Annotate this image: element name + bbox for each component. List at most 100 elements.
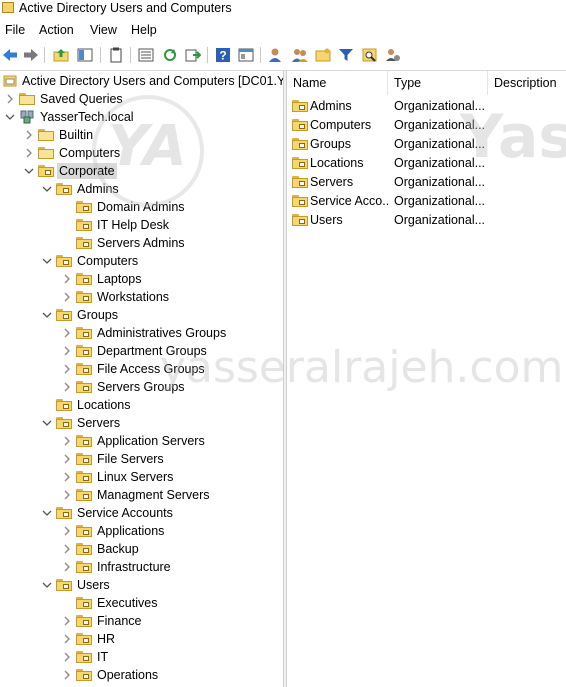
chevron-right-icon[interactable] [62, 291, 72, 303]
tree-item[interactable]: Builtin [0, 126, 283, 144]
tree-item[interactable]: File Access Groups [0, 360, 283, 378]
chevron-right-icon[interactable] [62, 615, 72, 627]
new-user-icon[interactable] [267, 46, 285, 64]
chevron-right-icon[interactable] [24, 129, 34, 141]
column-header-name[interactable]: Name [287, 71, 388, 95]
chevron-down-icon[interactable] [42, 507, 52, 519]
refresh-icon[interactable] [161, 46, 179, 64]
chevron-right-icon[interactable] [62, 471, 72, 483]
filter-icon[interactable] [337, 46, 355, 64]
back-icon[interactable] [1, 46, 19, 64]
tree-item[interactable]: HR [0, 630, 283, 648]
tree-item[interactable]: File Servers [0, 450, 283, 468]
tree-item[interactable]: Servers Admins [0, 234, 283, 252]
tree-item[interactable]: Department Groups [0, 342, 283, 360]
tree-item[interactable]: Workstations [0, 288, 283, 306]
list-item-type: Organizational... [394, 194, 486, 208]
chevron-right-icon[interactable] [62, 381, 72, 393]
list-item[interactable]: Locations Organizational... [287, 154, 566, 172]
menu-view[interactable]: View [90, 22, 117, 38]
details-list[interactable]: Name Type Description Admins Organization… [287, 71, 566, 687]
chevron-right-icon[interactable] [5, 93, 15, 105]
chevron-right-icon[interactable] [62, 525, 72, 537]
chevron-right-icon[interactable] [62, 561, 72, 573]
chevron-right-icon[interactable] [62, 327, 72, 339]
chevron-right-icon[interactable] [24, 147, 34, 159]
export-icon[interactable] [184, 46, 202, 64]
help-icon[interactable]: ? [214, 46, 232, 64]
new-ou-icon[interactable] [314, 46, 332, 64]
chevron-right-icon[interactable] [62, 363, 72, 375]
chevron-right-icon[interactable] [62, 633, 72, 645]
chevron-down-icon[interactable] [42, 309, 52, 321]
tree-item[interactable]: Infrastructure [0, 558, 283, 576]
chevron-down-icon[interactable] [42, 417, 52, 429]
chevron-down-icon[interactable] [5, 111, 15, 123]
tree-item[interactable]: Saved Queries [0, 90, 283, 108]
menu-action[interactable]: Action [39, 22, 74, 38]
tree-item[interactable]: Domain Admins [0, 198, 283, 216]
properties-icon[interactable] [237, 46, 255, 64]
tree-item[interactable]: Backup [0, 540, 283, 558]
tree-item[interactable]: IT Help Desk [0, 216, 283, 234]
chevron-right-icon[interactable] [62, 273, 72, 285]
column-header-type[interactable]: Type [388, 71, 488, 95]
tree-item-label: Groups [77, 308, 118, 322]
tree-item[interactable]: Finance [0, 612, 283, 630]
tree-item[interactable]: Computers [0, 144, 283, 162]
tree-item[interactable]: IT [0, 648, 283, 666]
list-item[interactable]: Groups Organizational... [287, 135, 566, 153]
list-item[interactable]: Service Acco... Organizational... [287, 192, 566, 210]
tree-item[interactable]: Servers [0, 414, 283, 432]
tree-item-label: Finance [97, 614, 142, 628]
tree-item[interactable]: Corporate [0, 162, 283, 180]
tree-item[interactable]: Service Accounts [0, 504, 283, 522]
chevron-right-icon[interactable] [62, 435, 72, 447]
tree-item[interactable]: Applications [0, 522, 283, 540]
tree-item[interactable]: Locations [0, 396, 283, 414]
chevron-right-icon[interactable] [62, 669, 72, 681]
tree-root[interactable]: Active Directory Users and Computers [DC… [0, 72, 283, 90]
tree-item[interactable]: Servers Groups [0, 378, 283, 396]
tree-item[interactable]: Linux Servers [0, 468, 283, 486]
menu-help[interactable]: Help [131, 22, 157, 38]
tree-item[interactable]: Administratives Groups [0, 324, 283, 342]
new-group-icon[interactable] [291, 46, 309, 64]
column-header-description[interactable]: Description [488, 71, 566, 95]
console-tree[interactable]: Active Directory Users and Computers [DC… [0, 71, 283, 687]
tree-item[interactable]: Executives [0, 594, 283, 612]
chevron-down-icon[interactable] [42, 579, 52, 591]
forward-icon[interactable] [22, 46, 40, 64]
menu-file[interactable]: File [5, 22, 25, 38]
export-list-icon[interactable] [137, 46, 155, 64]
chevron-right-icon[interactable] [62, 543, 72, 555]
tree-item[interactable]: Users [0, 576, 283, 594]
list-item[interactable]: Users Organizational... [287, 211, 566, 229]
up-folder-icon[interactable] [52, 46, 70, 64]
ou-folder-icon [76, 471, 92, 483]
tree-item[interactable]: Computers [0, 252, 283, 270]
tree-item-label: Servers Groups [97, 380, 185, 394]
chevron-right-icon[interactable] [62, 651, 72, 663]
chevron-right-icon[interactable] [62, 345, 72, 357]
list-item[interactable]: Computers Organizational... [287, 116, 566, 134]
delegate-icon[interactable] [384, 46, 402, 64]
tree-item[interactable]: Laptops [0, 270, 283, 288]
tree-item[interactable]: Application Servers [0, 432, 283, 450]
chevron-down-icon[interactable] [42, 255, 52, 267]
chevron-down-icon[interactable] [42, 183, 52, 195]
folder-icon [38, 129, 54, 141]
tree-item[interactable]: Managment Servers [0, 486, 283, 504]
list-item[interactable]: Admins Organizational... [287, 97, 566, 115]
chevron-down-icon[interactable] [24, 165, 34, 177]
list-item[interactable]: Servers Organizational... [287, 173, 566, 191]
tree-item[interactable]: Groups [0, 306, 283, 324]
tree-item[interactable]: YasserTech.local [0, 108, 283, 126]
show-console-tree-icon[interactable] [76, 46, 94, 64]
tree-item[interactable]: Admins [0, 180, 283, 198]
chevron-right-icon[interactable] [62, 489, 72, 501]
clipboard-icon[interactable] [107, 46, 125, 64]
chevron-right-icon[interactable] [62, 453, 72, 465]
find-icon[interactable] [361, 46, 379, 64]
tree-item[interactable]: Operations [0, 666, 283, 684]
